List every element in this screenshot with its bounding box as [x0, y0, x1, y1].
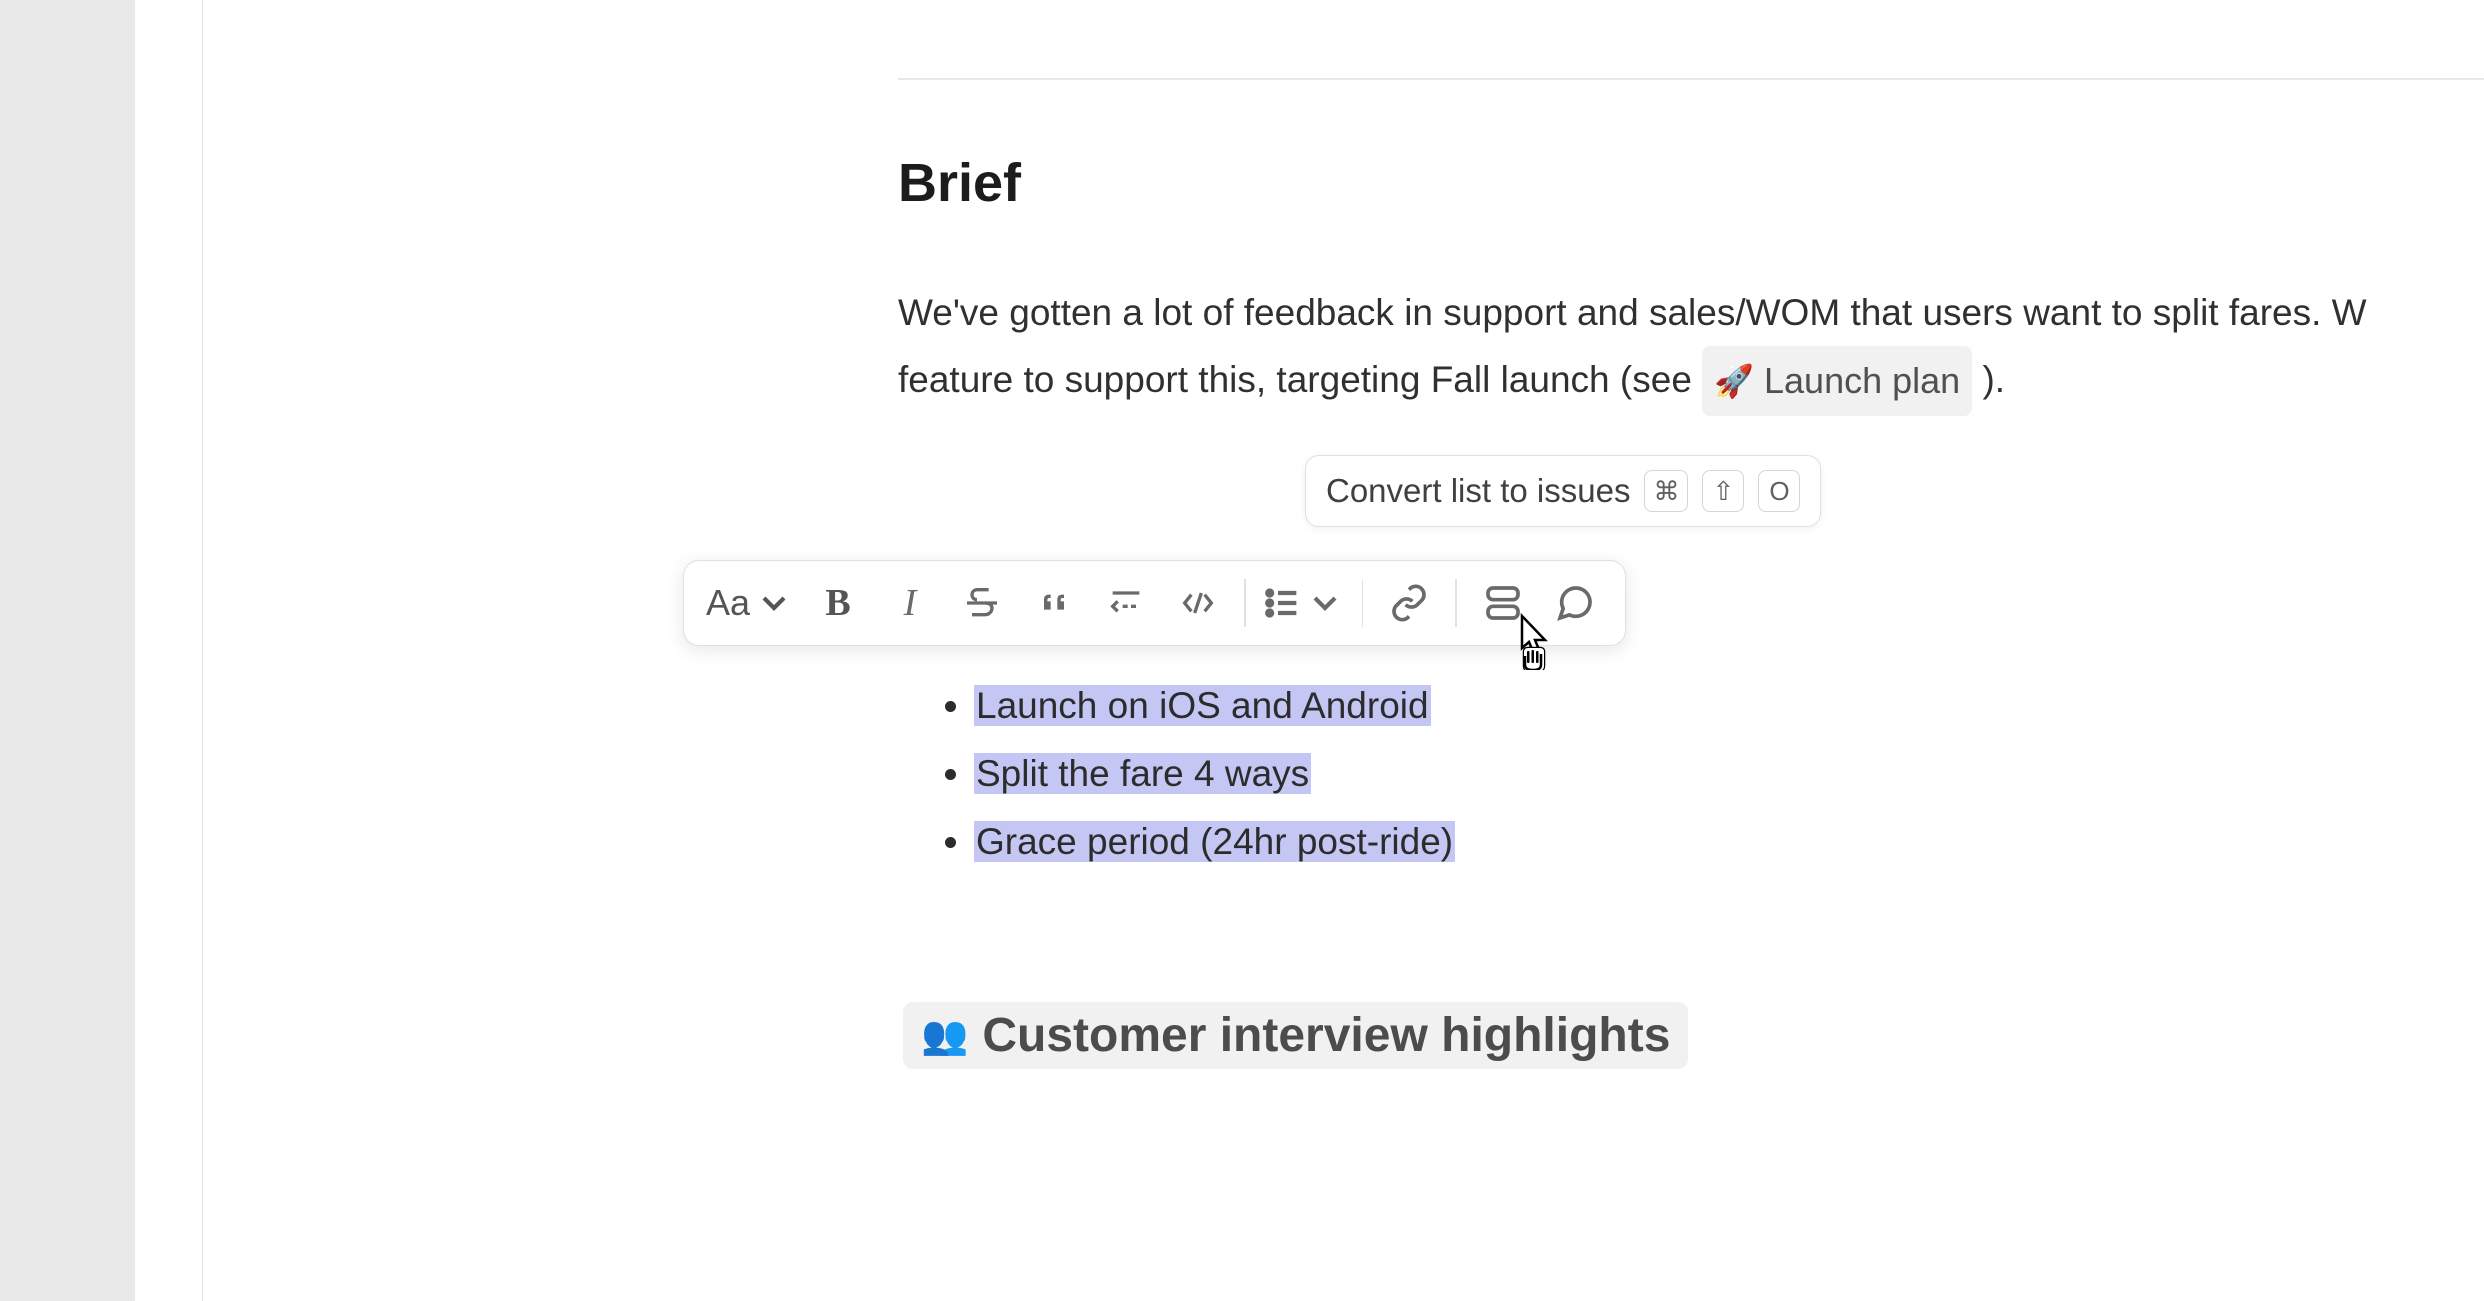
- requirements-list[interactable]: Launch on iOS and Android Split the fare…: [938, 672, 1455, 876]
- inline-code-icon: [1106, 583, 1146, 623]
- selected-text: Grace period (24hr post-ride): [974, 821, 1455, 862]
- window-edge: [0, 0, 135, 1301]
- quote-icon: [1034, 583, 1074, 623]
- bold-icon: B: [825, 581, 850, 625]
- selected-text: Launch on iOS and Android: [974, 685, 1431, 726]
- text-style-label: Aa: [706, 582, 750, 624]
- italic-button[interactable]: I: [878, 571, 942, 635]
- issues-icon: [1483, 583, 1523, 623]
- convert-to-issues-button[interactable]: [1471, 571, 1535, 635]
- bold-button[interactable]: B: [806, 571, 870, 635]
- text-style-button[interactable]: Aa: [702, 571, 798, 635]
- divider: [898, 78, 2484, 80]
- toolbar-separator: [1244, 579, 1246, 627]
- code-block-button[interactable]: [1166, 571, 1230, 635]
- toolbar-separator: [1362, 579, 1364, 627]
- strikethrough-button[interactable]: [950, 571, 1014, 635]
- chevron-down-icon: [1305, 583, 1345, 623]
- paragraph-text-after: ).: [1972, 359, 2005, 400]
- inline-page-link[interactable]: 🚀 Launch plan: [1702, 346, 1972, 416]
- link-text: Launch plan: [1764, 348, 1960, 414]
- chevron-down-icon: [754, 583, 794, 623]
- heading-brief[interactable]: Brief: [898, 152, 1021, 214]
- strikethrough-icon: [962, 583, 1002, 623]
- list-type-button[interactable]: [1260, 571, 1348, 635]
- italic-icon: I: [904, 581, 917, 625]
- kbd-o: O: [1758, 470, 1800, 512]
- code-block-icon: [1178, 583, 1218, 623]
- selected-text: Split the fare 4 ways: [974, 753, 1311, 794]
- document-content: Brief We've gotten a lot of feedback in …: [203, 0, 2484, 1301]
- toolbar-separator: [1455, 579, 1457, 627]
- convert-list-tooltip: Convert list to issues ⌘ ⇧ O: [1305, 455, 1821, 527]
- comment-icon: [1555, 583, 1595, 623]
- brief-paragraph[interactable]: We've gotten a lot of feedback in suppor…: [898, 280, 2484, 416]
- list-icon: [1263, 583, 1303, 623]
- kbd-cmd: ⌘: [1644, 470, 1688, 512]
- tooltip-label: Convert list to issues: [1326, 472, 1630, 510]
- list-item[interactable]: Split the fare 4 ways: [974, 740, 1455, 808]
- inline-code-button[interactable]: [1094, 571, 1158, 635]
- list-item[interactable]: Grace period (24hr post-ride): [974, 808, 1455, 876]
- paragraph-text: We've gotten a lot of feedback in suppor…: [898, 292, 2367, 333]
- quote-button[interactable]: [1022, 571, 1086, 635]
- link-icon: [1389, 583, 1429, 623]
- comment-button[interactable]: [1543, 571, 1607, 635]
- rocket-icon: 🚀: [1714, 348, 1754, 414]
- left-gutter: [135, 0, 203, 1301]
- paragraph-text-line2: feature to support this, targeting Fall …: [898, 359, 1702, 400]
- list-item[interactable]: Launch on iOS and Android: [974, 672, 1455, 740]
- floating-format-toolbar: Aa B I: [683, 560, 1626, 646]
- people-icon: 👥: [921, 1014, 968, 1058]
- subpage-title: Customer interview highlights: [982, 1008, 1670, 1063]
- link-button[interactable]: [1377, 571, 1441, 635]
- kbd-shift: ⇧: [1702, 470, 1744, 512]
- subpage-link[interactable]: 👥 Customer interview highlights: [903, 1002, 1688, 1069]
